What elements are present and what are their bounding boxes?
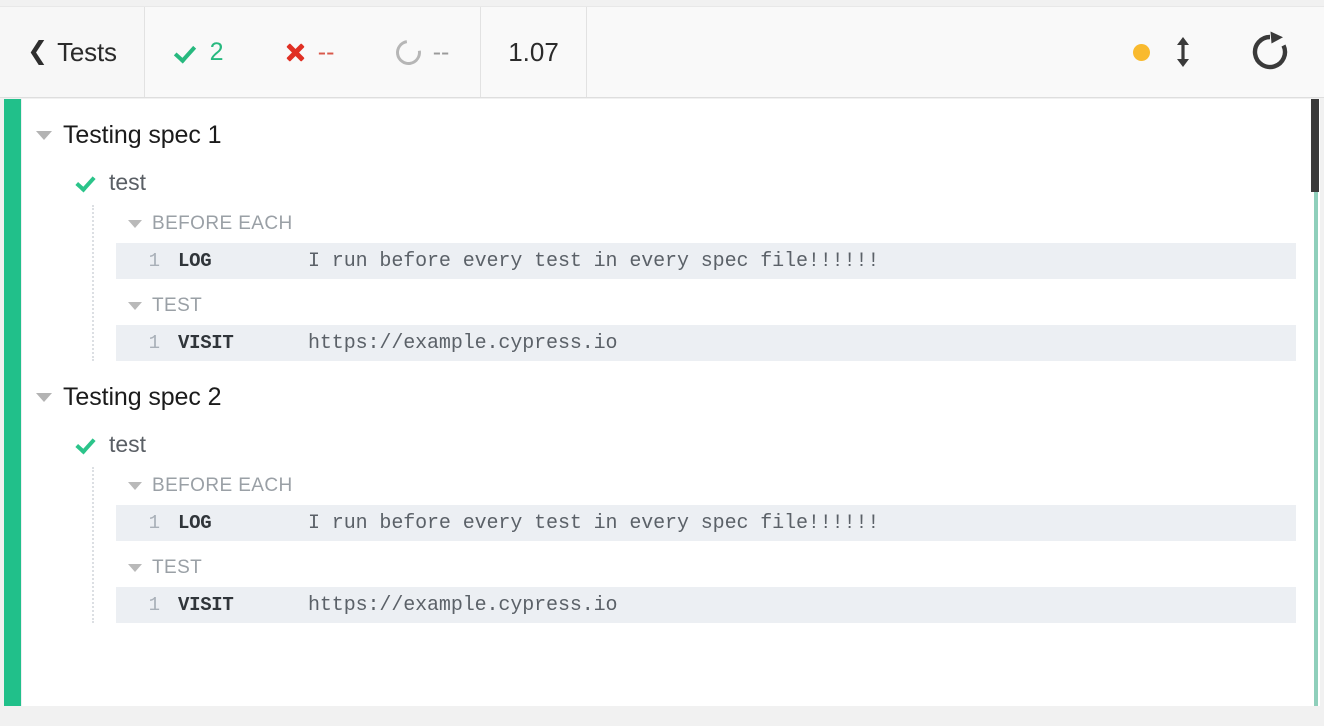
toggle-auto-scroll-button[interactable] (1166, 32, 1200, 72)
chevron-down-icon (128, 220, 142, 228)
command-message: https://example.cypress.io (308, 332, 617, 355)
up-down-arrow-icon (1173, 35, 1193, 69)
suite: Testing spec 2 test BEFORE EACH 1 LOG I … (22, 373, 1320, 623)
hook-header-before-each[interactable]: BEFORE EACH (94, 467, 1320, 505)
command-number: 1 (116, 332, 160, 354)
command-number: 1 (116, 594, 160, 616)
command-row[interactable]: 1 VISIT https://example.cypress.io (116, 325, 1296, 361)
chevron-down-icon (128, 482, 142, 490)
check-icon (77, 172, 97, 192)
chevron-down-icon (36, 393, 52, 402)
orange-dot-icon (1133, 44, 1150, 61)
hook-name: BEFORE EACH (152, 213, 293, 235)
stat-passed-value: 2 (210, 40, 224, 65)
command-message: I run before every test in every spec fi… (308, 512, 879, 535)
chevron-down-icon (128, 564, 142, 572)
scrollbar-thumb[interactable] (1311, 99, 1319, 192)
cypress-test-runner: ❮ Tests 2 -- -- 1.07 (0, 0, 1324, 726)
command-row[interactable]: 1 VISIT https://example.cypress.io (116, 587, 1296, 623)
command-row[interactable]: 1 LOG I run before every test in every s… (116, 243, 1296, 279)
stats-group: 2 -- -- (145, 7, 481, 97)
run-status-bar (4, 99, 21, 706)
scrollbar-track-fill (1314, 192, 1318, 706)
duration-value: 1.07 (508, 37, 559, 68)
test-header[interactable]: test (22, 421, 1320, 467)
chevron-down-icon (36, 131, 52, 140)
hooks-container: BEFORE EACH 1 LOG I run before every tes… (92, 467, 1320, 623)
x-icon (285, 42, 306, 63)
command-number: 1 (116, 512, 160, 534)
test-header[interactable]: test (22, 159, 1320, 205)
check-icon (77, 434, 97, 454)
test-title-label: test (109, 169, 146, 196)
suite-title-label: Testing spec 2 (63, 383, 221, 412)
stat-pending-value: -- (433, 40, 450, 65)
stat-failed[interactable]: -- (285, 40, 335, 65)
hook-name: TEST (152, 295, 202, 317)
restart-tests-button[interactable] (1242, 32, 1298, 72)
command-name: LOG (160, 250, 308, 272)
header-spacer (587, 7, 1133, 97)
suite-header[interactable]: Testing spec 1 (22, 111, 1320, 159)
stat-duration: 1.07 (481, 7, 587, 97)
hooks-container: BEFORE EACH 1 LOG I run before every tes… (92, 205, 1320, 361)
command-row[interactable]: 1 LOG I run before every test in every s… (116, 505, 1296, 541)
suite: Testing spec 1 test BEFORE EACH 1 LOG I … (22, 99, 1320, 361)
test-title-label: test (109, 431, 146, 458)
reload-icon (1248, 31, 1292, 73)
hook-header-before-each[interactable]: BEFORE EACH (94, 205, 1320, 243)
stat-passed[interactable]: 2 (176, 40, 224, 65)
suite-header[interactable]: Testing spec 2 (22, 373, 1320, 421)
hook-header-test[interactable]: TEST (94, 287, 1320, 325)
command-name: LOG (160, 512, 308, 534)
command-number: 1 (116, 250, 160, 272)
check-icon (176, 41, 198, 63)
hook-header-test[interactable]: TEST (94, 549, 1320, 587)
hook-name: TEST (152, 557, 202, 579)
runner-header: ❮ Tests 2 -- -- 1.07 (0, 6, 1324, 98)
back-to-tests-label: Tests (57, 37, 117, 68)
header-controls (1133, 7, 1324, 97)
chevron-down-icon (128, 302, 142, 310)
command-name: VISIT (160, 594, 308, 616)
hook-name: BEFORE EACH (152, 475, 293, 497)
ring-icon (391, 35, 426, 70)
command-message: https://example.cypress.io (308, 594, 617, 617)
command-name: VISIT (160, 332, 308, 354)
reporter-body: Testing spec 1 test BEFORE EACH 1 LOG I … (21, 99, 1320, 706)
chevron-left-icon: ❮ (27, 39, 48, 64)
reporter-scrollbar[interactable] (1310, 99, 1320, 706)
stat-failed-value: -- (318, 40, 335, 65)
stat-pending[interactable]: -- (396, 40, 450, 65)
command-log-panel: Testing spec 1 test BEFORE EACH 1 LOG I … (4, 99, 1320, 706)
back-to-tests-button[interactable]: ❮ Tests (0, 7, 145, 97)
suite-title-label: Testing spec 1 (63, 121, 221, 150)
command-message: I run before every test in every spec fi… (308, 250, 879, 273)
